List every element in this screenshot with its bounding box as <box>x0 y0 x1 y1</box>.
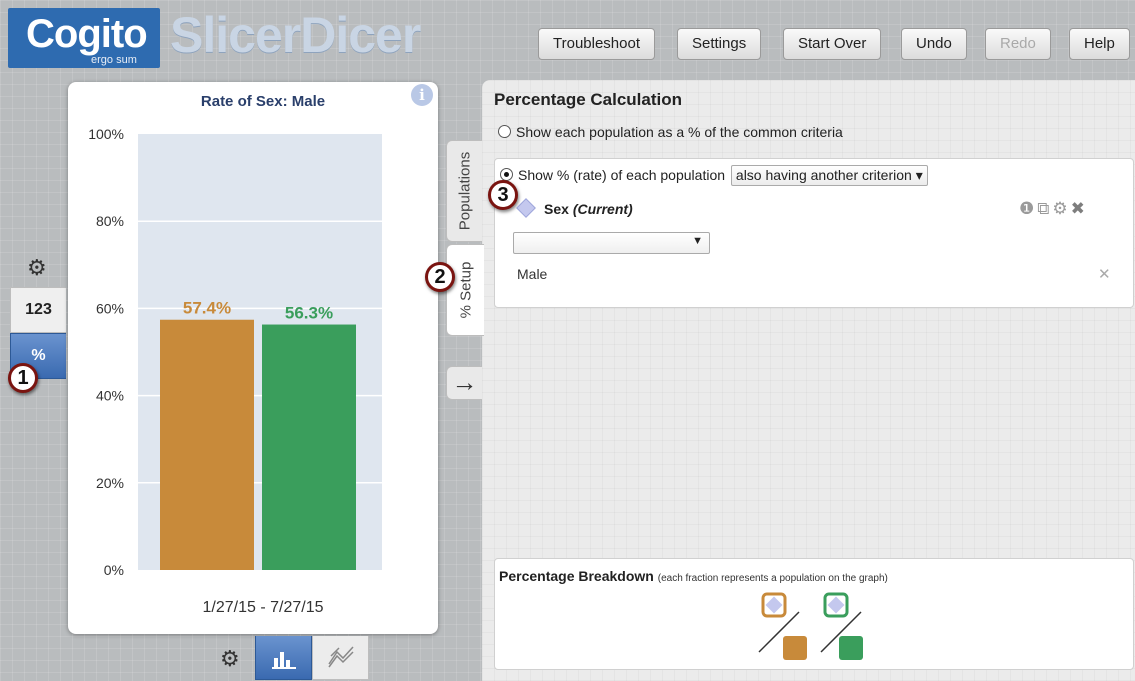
cogito-logo: Cogito ergo sum <box>8 8 160 68</box>
tab-percent-setup[interactable]: % Setup <box>446 244 484 336</box>
app-header: Cogito ergo sum SlicerDicer Troubleshoot… <box>0 0 1135 82</box>
criterion-name-label: Sex <box>544 201 569 217</box>
breakdown-heading: Percentage Breakdown (each fraction repr… <box>499 568 888 584</box>
line-chart-view-button[interactable] <box>312 636 369 680</box>
start-over-button[interactable]: Start Over <box>783 28 882 60</box>
breakdown-note: (each fraction represents a population o… <box>657 573 888 584</box>
bar-value-label-1: 57.4% <box>183 299 231 318</box>
cogito-tagline: ergo sum <box>91 54 137 66</box>
criterion-value-select[interactable]: ▼ <box>513 232 710 254</box>
bar-chart-view-button[interactable] <box>255 636 312 680</box>
step-marker-3: 3 <box>488 180 518 210</box>
info-icon[interactable]: ❶ <box>1019 199 1037 218</box>
rate-criterion-select-value: also having another criterion <box>735 167 912 183</box>
criterion-qualifier: (Current) <box>572 201 633 217</box>
collapse-arrow-button[interactable]: → <box>446 366 482 400</box>
remove-criterion-icon[interactable]: ✖ <box>1071 199 1088 218</box>
gear-icon[interactable]: ⚙ <box>1052 199 1070 218</box>
chart-title: Rate of Sex: Male <box>201 93 325 110</box>
step-marker-2: 2 <box>425 262 455 292</box>
y-tick-label: 40% <box>96 388 124 404</box>
option-rate-label: Show % (rate) of each population <box>518 167 726 183</box>
tab-populations[interactable]: Populations <box>446 140 482 242</box>
y-tick-label: 80% <box>96 213 124 229</box>
troubleshoot-button[interactable]: Troubleshoot <box>538 28 655 60</box>
step-marker-1: 1 <box>8 363 38 393</box>
tab-percent-setup-label: % Setup <box>457 261 474 319</box>
breakdown-title: Percentage Breakdown <box>499 568 654 584</box>
option-rate[interactable]: Show % (rate) of each population also ha… <box>500 165 928 186</box>
breakdown-fractions <box>758 592 863 660</box>
line-chart-icon <box>327 646 354 668</box>
y-tick-label: 60% <box>96 300 124 316</box>
bar-1[interactable] <box>160 319 254 570</box>
y-tick-label: 100% <box>88 126 124 142</box>
redo-button[interactable]: Redo <box>985 28 1051 60</box>
panel-title: Percentage Calculation <box>494 90 683 109</box>
rate-criterion-select[interactable]: also having another criterion ▾ <box>730 165 928 186</box>
chart-info-icon[interactable]: i <box>411 84 433 106</box>
settings-button[interactable]: Settings <box>677 28 762 60</box>
chart-settings-gear-icon[interactable]: ⚙ <box>220 646 240 672</box>
cogito-logo-text: Cogito <box>26 12 148 56</box>
y-tick-label: 0% <box>104 562 124 578</box>
chevron-down-icon: ▼ <box>692 235 703 247</box>
bar-chart-icon <box>271 652 296 670</box>
criterion-actions: ❶⧉⚙✖ <box>1019 199 1088 219</box>
count-mode-button[interactable]: 123 <box>10 287 66 333</box>
bar-chart: Rate of Sex: Male 0% 20% 40% 60% 80% 100% 57.… <box>88 93 382 616</box>
copy-icon[interactable]: ⧉ <box>1037 199 1052 218</box>
bar-value-label-2: 56.3% <box>285 304 333 323</box>
fraction-population-2 <box>820 592 863 660</box>
option-common-label: Show each population as a % of the commo… <box>516 124 843 140</box>
option-common-criteria[interactable]: Show each population as a % of the commo… <box>498 124 843 140</box>
selected-value-male: Male <box>517 266 548 282</box>
y-tick-label: 20% <box>96 475 124 491</box>
option-common-radio[interactable] <box>498 125 511 138</box>
bar-2[interactable] <box>262 324 356 570</box>
chevron-down-icon: ▾ <box>915 167 923 183</box>
chart-date-range: 1/27/15 - 7/27/15 <box>203 599 324 616</box>
slicerdicer-logo: SlicerDicer <box>170 7 421 63</box>
tab-populations-label: Populations <box>456 151 473 231</box>
help-button[interactable]: Help <box>1069 28 1130 60</box>
remove-value-icon[interactable]: ✕ <box>1098 265 1111 283</box>
criterion-name: Sex (Current) <box>544 201 633 217</box>
mode-gear-icon[interactable]: ⚙ <box>27 255 47 281</box>
undo-button[interactable]: Undo <box>901 28 967 60</box>
fraction-population-1 <box>758 592 807 660</box>
